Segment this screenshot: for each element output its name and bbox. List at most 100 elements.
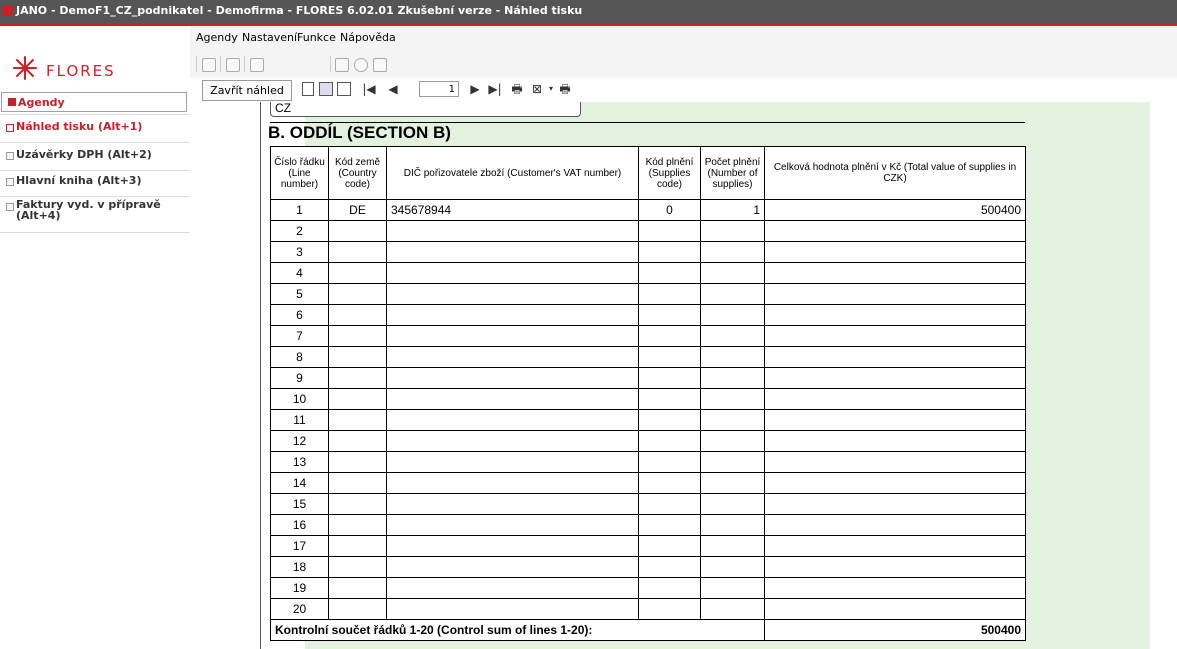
- cell-number-of-supplies: [700, 220, 765, 242]
- cell-number-of-supplies: [700, 346, 765, 368]
- page-margin-line: [260, 102, 261, 649]
- close-preview-button[interactable]: Zavřít náhled: [202, 80, 292, 101]
- menu-napoveda[interactable]: Nápověda: [340, 31, 396, 44]
- sidebar-item-label: Uzávěrky DPH (Alt+2): [16, 148, 152, 161]
- delete-icon[interactable]: [226, 58, 240, 72]
- table-row: 9: [270, 367, 1026, 389]
- page-number-input[interactable]: 1: [419, 81, 459, 97]
- cell-total-value: [764, 367, 1026, 389]
- first-page-icon[interactable]: |◀: [362, 82, 376, 96]
- table-row: 4: [270, 262, 1026, 284]
- toolbar-separator: [244, 56, 245, 72]
- sidebar-item-hlavni-kniha[interactable]: Hlavní kniha (Alt+3): [0, 174, 190, 196]
- control-sum-label: Kontrolní součet řádků 1-20 (Control sum…: [270, 619, 765, 641]
- cell-total-value: [764, 514, 1026, 536]
- menu-funkce[interactable]: Funkce: [297, 31, 336, 44]
- menu-nastaveni[interactable]: Nastavení: [242, 31, 297, 44]
- cell-supplies-code: [638, 325, 701, 347]
- cell-line-number: 4: [270, 262, 329, 284]
- cell-line-number: 7: [270, 325, 329, 347]
- cell-total-value: [764, 388, 1026, 410]
- bullet-icon: [6, 124, 14, 132]
- cell-vat-number: [386, 325, 639, 347]
- cell-country-code: [328, 262, 387, 284]
- main-toolbar: [190, 50, 1177, 79]
- cell-vat-number: [386, 535, 639, 557]
- cell-vat-number: [386, 493, 639, 515]
- table-row: 16: [270, 514, 1026, 536]
- cell-supplies-code: [638, 430, 701, 452]
- document-icon[interactable]: [335, 58, 349, 72]
- cell-number-of-supplies: [700, 598, 765, 620]
- cell-country-code: [328, 388, 387, 410]
- export-icon[interactable]: ⊠: [530, 82, 544, 96]
- fit-width-icon[interactable]: [337, 82, 351, 96]
- sidebar-item-agendy[interactable]: Agendy: [1, 92, 187, 112]
- sidebar-item-nahled-tisku[interactable]: Náhled tisku (Alt+1): [0, 120, 190, 142]
- cell-supplies-code: [638, 598, 701, 620]
- menu-bar: Agendy Nastavení Funkce Nápověda: [190, 24, 1177, 50]
- cell-line-number: 1: [270, 199, 329, 221]
- cell-number-of-supplies: [700, 577, 765, 599]
- cell-line-number: 12: [270, 430, 329, 452]
- next-page-icon[interactable]: ▶: [468, 82, 482, 96]
- cell-line-number: 18: [270, 556, 329, 578]
- divider: [0, 170, 190, 171]
- cell-vat-number: 345678944: [386, 199, 639, 221]
- cell-number-of-supplies: [700, 493, 765, 515]
- cell-total-value: [764, 556, 1026, 578]
- single-page-icon[interactable]: [302, 82, 314, 96]
- cell-total-value: [764, 241, 1026, 263]
- export-dropdown-icon[interactable]: ▾: [544, 82, 558, 96]
- cell-line-number: 5: [270, 283, 329, 305]
- last-page-icon[interactable]: ▶|: [488, 82, 502, 96]
- sidebar-item-uzaverky-dph[interactable]: Uzávěrky DPH (Alt+2): [0, 148, 190, 170]
- sidebar-item-label: Agendy: [18, 96, 65, 109]
- info-icon[interactable]: [373, 58, 387, 72]
- cell-supplies-code: [638, 409, 701, 431]
- print-icon[interactable]: 🖶: [510, 82, 524, 96]
- prev-page-icon[interactable]: ◀: [386, 82, 400, 96]
- cell-total-value: [764, 262, 1026, 284]
- control-sum-row: Kontrolní součet řádků 1-20 (Control sum…: [270, 619, 1026, 641]
- cell-country-code: [328, 409, 387, 431]
- cell-line-number: 14: [270, 472, 329, 494]
- table-row: 14: [270, 472, 1026, 494]
- divider: [0, 232, 190, 233]
- cell-number-of-supplies: [700, 388, 765, 410]
- cell-supplies-code: [638, 388, 701, 410]
- print-setup-icon[interactable]: 🖶: [558, 82, 572, 96]
- toolbar-separator: [196, 56, 197, 72]
- bullet-icon: [6, 178, 14, 186]
- cell-country-code: [328, 430, 387, 452]
- cell-total-value: [764, 304, 1026, 326]
- table-row: 13: [270, 451, 1026, 473]
- cell-supplies-code: [638, 241, 701, 263]
- cell-country-code: [328, 556, 387, 578]
- sidebar-item-label: Faktury vyd. v přípravě (Alt+4): [16, 198, 161, 222]
- table-header-row: Číslo řádku (Line number) Kód země (Coun…: [270, 146, 1026, 200]
- bullet-icon: [6, 152, 14, 160]
- app-icon: [2, 5, 13, 16]
- cell-country-code: [328, 577, 387, 599]
- cell-line-number: 16: [270, 514, 329, 536]
- cell-number-of-supplies: [700, 514, 765, 536]
- table-icon[interactable]: [250, 58, 264, 72]
- cell-total-value: [764, 535, 1026, 557]
- window-title: JANO - DemoF1_CZ_podnikatel - Demofirma …: [16, 4, 583, 17]
- cell-vat-number: [386, 388, 639, 410]
- cell-supplies-code: [638, 262, 701, 284]
- open-icon[interactable]: [202, 58, 216, 72]
- cell-supplies-code: [638, 472, 701, 494]
- section-b-table: Číslo řádku (Line number) Kód země (Coun…: [270, 146, 1026, 641]
- cell-supplies-code: [638, 493, 701, 515]
- cell-vat-number: [386, 304, 639, 326]
- cell-line-number: 20: [270, 598, 329, 620]
- fit-page-icon[interactable]: [319, 82, 333, 96]
- cell-supplies-code: [638, 346, 701, 368]
- sidebar-item-faktury[interactable]: Faktury vyd. v přípravě (Alt+4): [0, 199, 190, 231]
- help-icon[interactable]: [354, 58, 368, 72]
- section-title: B. ODDÍL (SECTION B): [268, 123, 451, 142]
- cell-vat-number: [386, 409, 639, 431]
- menu-agendy[interactable]: Agendy: [196, 31, 238, 44]
